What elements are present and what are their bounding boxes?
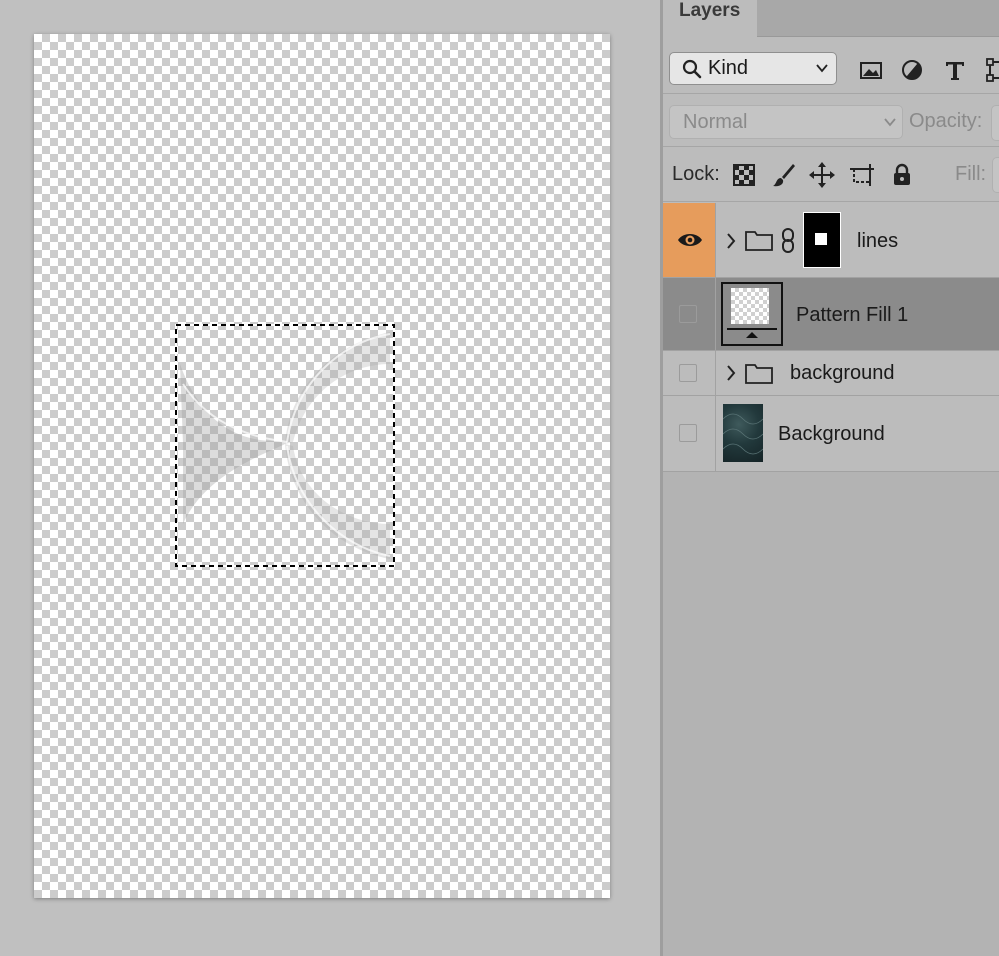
layer-row-background[interactable]: Background <box>663 396 999 472</box>
visibility-toggle[interactable] <box>663 396 716 471</box>
document-canvas[interactable] <box>34 34 610 898</box>
marquee-selection[interactable] <box>175 324 395 567</box>
lock-artboard-icon[interactable] <box>849 162 875 188</box>
layer-row-background-group[interactable]: background <box>663 351 999 396</box>
lock-brush-icon[interactable] <box>771 162 797 188</box>
layer-name: lines <box>857 230 899 252</box>
blend-row: Normal Opacity: <box>663 95 999 147</box>
eye-icon <box>678 234 702 246</box>
link-icon[interactable] <box>780 227 796 255</box>
visibility-toggle[interactable] <box>663 351 716 395</box>
fill-input[interactable] <box>992 157 999 193</box>
image-layer-thumbnail[interactable] <box>723 404 763 462</box>
layers-panel: Layers Kind Normal Opacity: Lock: Fill: … <box>663 0 999 956</box>
visibility-checkbox[interactable] <box>679 305 697 323</box>
visibility-toggle[interactable] <box>663 278 716 350</box>
search-icon <box>682 59 702 79</box>
layer-name: Pattern Fill 1 <box>796 304 909 326</box>
image-filter-icon[interactable] <box>858 57 884 83</box>
opacity-input[interactable] <box>991 105 999 141</box>
adjustment-filter-icon[interactable] <box>899 57 925 83</box>
canvas-workspace[interactable] <box>0 0 660 956</box>
layer-row-pattern-fill[interactable]: Pattern Fill 1 <box>663 278 999 351</box>
fill-label: Fill: <box>955 163 987 185</box>
folder-icon <box>745 231 773 251</box>
panel-tab-bar: Layers <box>663 0 999 37</box>
lock-row: Lock: Fill: <box>663 148 999 202</box>
layer-filter-row: Kind <box>663 37 999 94</box>
layer-name: Background <box>778 423 885 445</box>
background-thumbnail-pattern <box>723 413 763 455</box>
layer-mask-thumbnail[interactable] <box>803 212 841 268</box>
chevron-down-icon <box>816 64 828 73</box>
chevron-down-icon <box>884 118 896 127</box>
tab-layers[interactable]: Layers <box>663 0 757 37</box>
pattern-preview <box>175 324 395 567</box>
lock-label: Lock: <box>672 163 720 185</box>
layer-row-lines[interactable]: lines <box>663 203 999 278</box>
kind-filter-select[interactable]: Kind <box>669 52 837 85</box>
shape-filter-icon[interactable] <box>985 57 999 83</box>
blend-mode-select[interactable]: Normal <box>669 105 903 139</box>
folder-icon <box>745 364 773 384</box>
blend-mode-label: Normal <box>683 111 748 133</box>
lock-all-icon[interactable] <box>889 162 915 188</box>
fill-layer-thumbnail[interactable] <box>721 282 783 346</box>
visibility-toggle[interactable] <box>663 203 716 277</box>
chevron-right-icon[interactable] <box>725 364 737 382</box>
kind-filter-label: Kind <box>708 57 749 79</box>
type-filter-icon[interactable] <box>942 57 968 83</box>
chevron-right-icon[interactable] <box>725 232 737 250</box>
opacity-label: Opacity: <box>909 110 983 132</box>
lock-pixels-icon[interactable] <box>731 162 757 188</box>
visibility-checkbox[interactable] <box>679 424 697 442</box>
layer-name: background <box>790 362 895 384</box>
visibility-checkbox[interactable] <box>679 364 697 382</box>
lock-move-icon[interactable] <box>809 162 835 188</box>
layers-empty-area[interactable] <box>663 472 999 956</box>
